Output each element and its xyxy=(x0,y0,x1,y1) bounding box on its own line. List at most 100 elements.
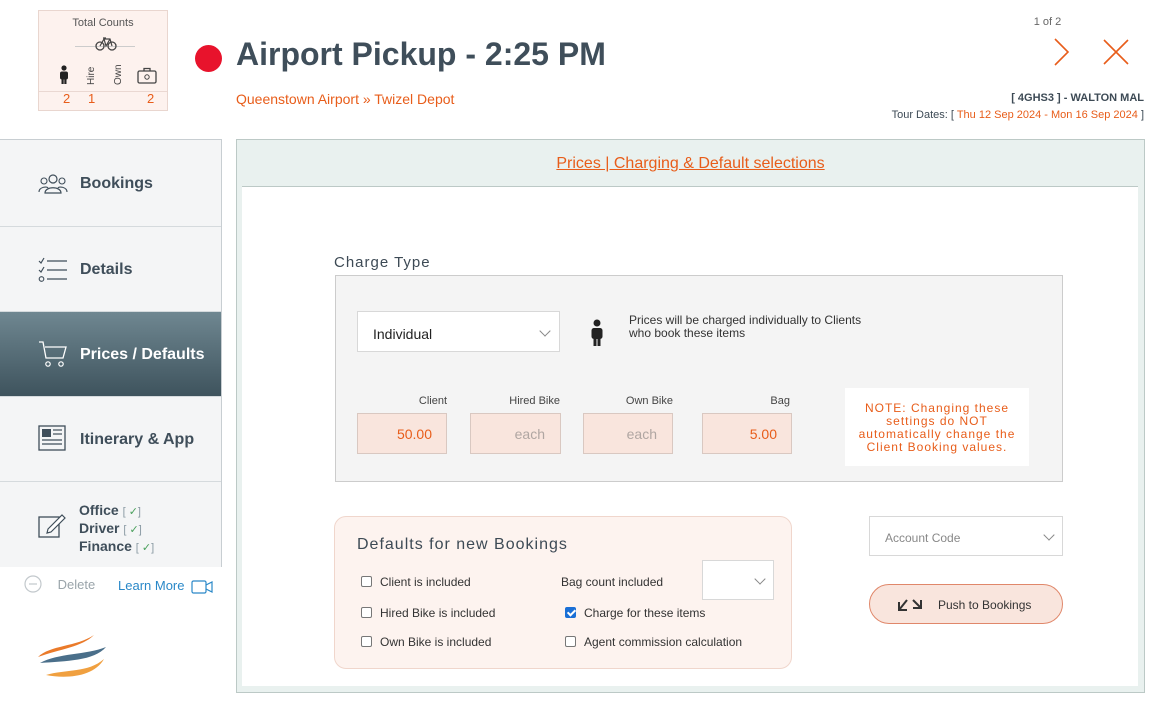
chevron-down-icon xyxy=(1043,529,1055,541)
checkbox-label: Charge for these items xyxy=(584,606,706,620)
hired-bike-placeholder: each xyxy=(514,426,545,442)
checkbox[interactable] xyxy=(565,636,576,648)
count-clients: 2 xyxy=(63,91,71,106)
role-check: [ ✓] xyxy=(123,524,142,536)
checkbox[interactable] xyxy=(361,576,372,588)
tour-dates-close: ] xyxy=(1140,109,1144,121)
tour-dates: Tour Dates: [ Thu 12 Sep 2024 - Mon 16 S… xyxy=(892,109,1144,121)
checkbox-label: Agent commission calculation xyxy=(584,635,743,649)
close-icon[interactable] xyxy=(1100,36,1132,68)
charge-type-select[interactable]: Individual xyxy=(357,311,560,352)
sidebar-item-bookings[interactable]: Bookings xyxy=(0,140,221,227)
note-line: Client Booking values. xyxy=(866,440,1008,454)
checkbox-label: Own Bike is included xyxy=(380,635,492,649)
push-arrows-icon xyxy=(898,599,922,611)
role-driver: Driver [ ✓] xyxy=(79,520,154,538)
count-bags: 2 xyxy=(147,91,155,106)
newspaper-icon xyxy=(38,425,66,451)
charge-type-value: Individual xyxy=(373,326,433,342)
own-bike-included-checkbox[interactable]: Own Bike is included xyxy=(361,635,491,649)
role-office: Office [ ✓] xyxy=(79,502,154,520)
bag-count-label: Bag count included xyxy=(561,575,664,589)
checkbox-checked[interactable] xyxy=(565,607,576,619)
luggage-icon xyxy=(137,67,157,84)
bag-price-input[interactable]: 5.00 xyxy=(702,413,792,454)
hired-bike-price-input[interactable]: each xyxy=(470,413,561,454)
bicycle-icon xyxy=(95,37,117,51)
charge-type-heading: Charge Type xyxy=(334,254,431,271)
tour-date-separator: - xyxy=(1044,109,1048,121)
role-label: Office xyxy=(79,502,119,518)
sidebar-item-prices-defaults[interactable]: Prices / Defaults xyxy=(0,312,221,397)
sidebar-item-itinerary[interactable]: Itinerary & App xyxy=(0,397,221,482)
checkbox-label: Client is included xyxy=(380,575,471,589)
sidebar: Bookings Details Prices / Defaults Itine… xyxy=(0,139,222,567)
checkbox[interactable] xyxy=(361,636,372,648)
client-price-input[interactable]: 50.00 xyxy=(357,413,447,454)
total-counts-title: Total Counts xyxy=(72,17,134,29)
sidebar-item-label: Bookings xyxy=(80,175,153,192)
charge-items-checkbox[interactable]: Charge for these items xyxy=(565,606,705,620)
chevron-down-icon xyxy=(754,573,766,585)
company-logo xyxy=(38,635,106,677)
own-bike-placeholder: each xyxy=(626,426,657,442)
bag-price-value: 5.00 xyxy=(749,426,777,442)
next-icon[interactable] xyxy=(1046,36,1076,68)
minus-circle-icon xyxy=(24,575,42,593)
tour-end-date: Mon 16 Sep 2024 xyxy=(1051,109,1138,121)
push-to-bookings-button[interactable]: Push to Bookings xyxy=(869,584,1063,624)
cart-icon xyxy=(39,341,67,367)
chevron-down-icon xyxy=(539,325,551,337)
client-included-checkbox[interactable]: Client is included xyxy=(361,575,471,589)
tour-start-date: Thu 12 Sep 2024 xyxy=(956,109,1042,121)
own-column-label: Own xyxy=(113,64,124,85)
client-price-value: 50.00 xyxy=(396,426,432,442)
page-title: Airport Pickup - 2:25 PM xyxy=(236,36,606,72)
learn-more-label: Learn More xyxy=(118,578,185,593)
pager-text: 1 of 2 xyxy=(1033,16,1062,28)
sidebar-item-roles[interactable]: Office [ ✓] Driver [ ✓] Finance [ ✓] xyxy=(0,482,221,567)
checklist-icon xyxy=(38,257,67,282)
video-icon xyxy=(191,579,213,594)
sidebar-item-label: Itinerary & App xyxy=(80,431,195,448)
bag-count-select[interactable] xyxy=(702,560,774,600)
role-finance: Finance [ ✓] xyxy=(79,538,154,556)
agent-commission-checkbox[interactable]: Agent commission calculation xyxy=(565,635,742,649)
tour-dates-label: Tour Dates: [ xyxy=(891,109,954,121)
person-icon xyxy=(591,319,603,346)
hired-bike-price-label: Hired Bike xyxy=(509,395,560,407)
hire-column-label: Hire xyxy=(86,66,97,85)
own-bike-price-input[interactable]: each xyxy=(583,413,673,454)
status-indicator xyxy=(195,45,222,72)
bag-price-label: Bag xyxy=(770,395,790,407)
description-line: who book these items xyxy=(629,326,746,340)
sidebar-item-label: Prices / Defaults xyxy=(80,346,205,363)
charge-type-description: Prices will be charged individually to C… xyxy=(629,314,861,340)
account-code-select[interactable]: Account Code xyxy=(869,516,1063,556)
checkbox-label: Hired Bike is included xyxy=(380,606,496,620)
role-label: Finance xyxy=(79,538,132,554)
people-icon xyxy=(38,174,68,194)
role-label: Driver xyxy=(79,520,120,536)
delete-button[interactable]: Delete xyxy=(24,575,95,593)
delete-label: Delete xyxy=(57,576,96,592)
total-counts-panel: Total Counts Hire Own 2 1 2 xyxy=(38,10,168,111)
settings-note: NOTE: Changing these settings do NOT aut… xyxy=(845,388,1029,466)
checkbox[interactable] xyxy=(361,607,372,619)
learn-more-link[interactable]: Learn More xyxy=(118,578,213,594)
role-check: [ ✓] xyxy=(135,542,155,554)
person-icon xyxy=(60,65,68,84)
sidebar-item-label: Details xyxy=(80,261,133,278)
account-code-placeholder: Account Code xyxy=(885,531,961,545)
tour-reference: [ 4GHS3 ] - WALTON MAL xyxy=(1011,92,1144,104)
hired-bike-included-checkbox[interactable]: Hired Bike is included xyxy=(361,606,495,620)
own-bike-price-label: Own Bike xyxy=(625,395,673,407)
route-subtitle: Queenstown Airport » Twizel Depot xyxy=(236,91,455,107)
role-check: [ ✓] xyxy=(122,506,141,518)
defaults-heading: Defaults for new Bookings xyxy=(357,536,568,553)
client-price-label: Client xyxy=(418,395,447,407)
panel-title-link[interactable]: Prices | Charging & Default selections xyxy=(237,155,1144,173)
push-button-label: Push to Bookings xyxy=(938,598,1032,612)
edit-icon xyxy=(38,514,66,538)
sidebar-item-details[interactable]: Details xyxy=(0,227,221,312)
